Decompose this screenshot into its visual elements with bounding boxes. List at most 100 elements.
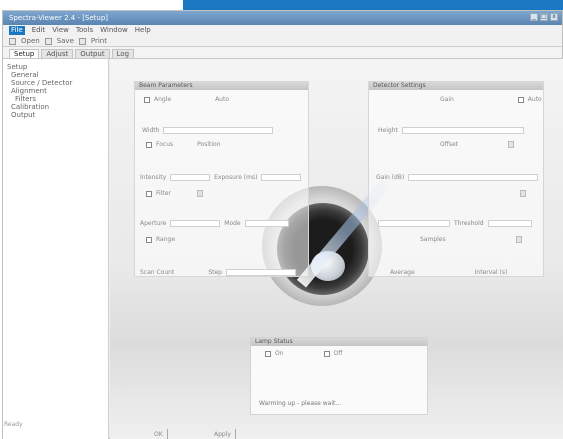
apply-button[interactable]: Apply [214, 431, 231, 438]
intensity-label: Intensity [140, 174, 167, 181]
aperture-row: Aperture Mode [140, 220, 289, 227]
tree-item-source[interactable]: Source / Detector [7, 79, 104, 87]
tab-strip: Setup Adjust Output Log [3, 47, 562, 59]
minimize-button[interactable]: _ [530, 13, 538, 21]
close-button[interactable]: x [550, 13, 558, 21]
save-label[interactable]: Save [57, 37, 74, 45]
mode-field[interactable] [244, 220, 289, 227]
step-field[interactable] [225, 269, 296, 276]
maximize-button[interactable]: □ [540, 13, 548, 21]
beam-angle-row: Angle Auto [144, 96, 229, 103]
filter-checkbox[interactable] [146, 190, 152, 197]
open-icon[interactable] [9, 37, 16, 45]
ok-button[interactable]: OK [154, 431, 163, 438]
exposure-label: Exposure (ms) [214, 174, 258, 181]
samples-label: Samples [420, 236, 446, 243]
app-window: Spectra-Viewer 2.4 - [Setup] _ □ x File … [2, 10, 563, 439]
menu-window[interactable]: Window [100, 26, 128, 35]
print-label[interactable]: Print [91, 37, 107, 45]
menu-edit[interactable]: Edit [32, 26, 46, 35]
range-checkbox[interactable] [146, 236, 152, 243]
threshold-spinner[interactable] [520, 190, 526, 197]
threshold-label: Threshold [454, 220, 484, 227]
angle-checkbox[interactable] [144, 96, 150, 103]
gain-db-label: Gain (dB) [376, 174, 405, 181]
apply-divider [234, 429, 236, 439]
gain-label: Gain [440, 96, 454, 103]
height-label: Height [378, 127, 398, 134]
mode-label: Mode [224, 220, 241, 227]
tree-item-general[interactable]: General [7, 71, 104, 79]
filter-label: Filter [156, 190, 171, 197]
samples-row: Samples [420, 236, 522, 243]
apply-control: Apply [214, 429, 236, 439]
offset-row: Offset [440, 141, 515, 148]
lamp-status-note: Warming up - please wait... [259, 400, 342, 407]
angle-auto-label: Auto [215, 96, 230, 103]
tab-output[interactable]: Output [75, 49, 110, 58]
width-label: Width [142, 127, 160, 134]
gain-db-row: Gain (dB) [376, 174, 539, 181]
ok-control: OK [154, 429, 168, 439]
print-icon[interactable] [78, 37, 86, 45]
tab-setup[interactable]: Setup [9, 49, 40, 58]
sidebar-tree: Setup General Source / Detector Alignmen… [3, 59, 109, 439]
open-label[interactable]: Open [21, 37, 40, 45]
intensity-row: Intensity Exposure (ms) [140, 174, 302, 181]
lamp-off-checkbox[interactable] [323, 350, 330, 357]
save-icon[interactable] [44, 37, 52, 45]
lamp-off-label: Off [333, 350, 343, 357]
lamp-toggle-row: On Off [265, 350, 342, 357]
average-label: Average [390, 269, 415, 276]
menu-bar: File Edit View Tools Window Help [3, 25, 562, 36]
tab-log[interactable]: Log [111, 49, 135, 58]
step-label: Step [208, 269, 222, 276]
height-field[interactable] [401, 127, 524, 134]
title-bar: Spectra-Viewer 2.4 - [Setup] _ □ x [3, 11, 562, 25]
menu-help[interactable]: Help [135, 26, 151, 35]
width-height-row: Width [142, 127, 274, 134]
focus-row: Focus Position [146, 141, 221, 148]
threshold-row [520, 190, 526, 197]
focus-label: Focus [156, 141, 174, 148]
menu-view[interactable]: View [52, 26, 69, 35]
gain-auto-label: Auto [527, 96, 542, 103]
offset-spinner[interactable] [508, 141, 515, 148]
filter-spinner[interactable] [196, 190, 203, 197]
ok-divider [166, 429, 168, 439]
detector-gain-row: Gain Auto [440, 96, 542, 103]
detector-settings-title: Detector Settings [369, 82, 543, 90]
gain-db-field[interactable] [408, 174, 539, 181]
aperture-label: Aperture [140, 220, 167, 227]
tree-item-calibration[interactable]: Calibration [7, 103, 104, 111]
exposure-field[interactable] [261, 174, 302, 181]
gain-checkbox[interactable] [517, 96, 524, 103]
tree-item-setup[interactable]: Setup [7, 63, 104, 71]
focus-checkbox[interactable] [146, 141, 152, 148]
main-canvas: Beam Parameters Detector Settings Angle … [110, 59, 563, 439]
aperture-field[interactable] [170, 220, 221, 227]
intensity-field[interactable] [170, 174, 211, 181]
angle-label: Angle [154, 96, 172, 103]
scan-row: Scan Count Step [140, 269, 296, 276]
height-row: Height [378, 127, 524, 134]
tree-item-alignment[interactable]: Alignment [7, 87, 104, 95]
lamp-on-checkbox[interactable] [265, 350, 271, 357]
tab-adjust[interactable]: Adjust [41, 49, 74, 58]
toolbar: Open Save Print [3, 36, 562, 47]
tree-item-output[interactable]: Output [7, 111, 104, 119]
range-label: Range [156, 236, 176, 243]
lamp-on-label: On [275, 350, 284, 357]
threshold-field[interactable] [487, 220, 532, 227]
offset-label: Offset [440, 141, 459, 148]
average-row: Average Interval (s) [390, 269, 507, 276]
range-field[interactable] [378, 220, 450, 227]
menu-tools[interactable]: Tools [76, 26, 93, 35]
lamp-status-title: Lamp Status [251, 338, 427, 346]
scan-count-label: Scan Count [140, 269, 175, 276]
window-controls: _ □ x [530, 13, 558, 21]
menu-file[interactable]: File [9, 26, 25, 35]
width-field[interactable] [163, 127, 274, 134]
tree-item-filters[interactable]: Filters [7, 95, 104, 103]
samples-spinner[interactable] [515, 236, 522, 243]
